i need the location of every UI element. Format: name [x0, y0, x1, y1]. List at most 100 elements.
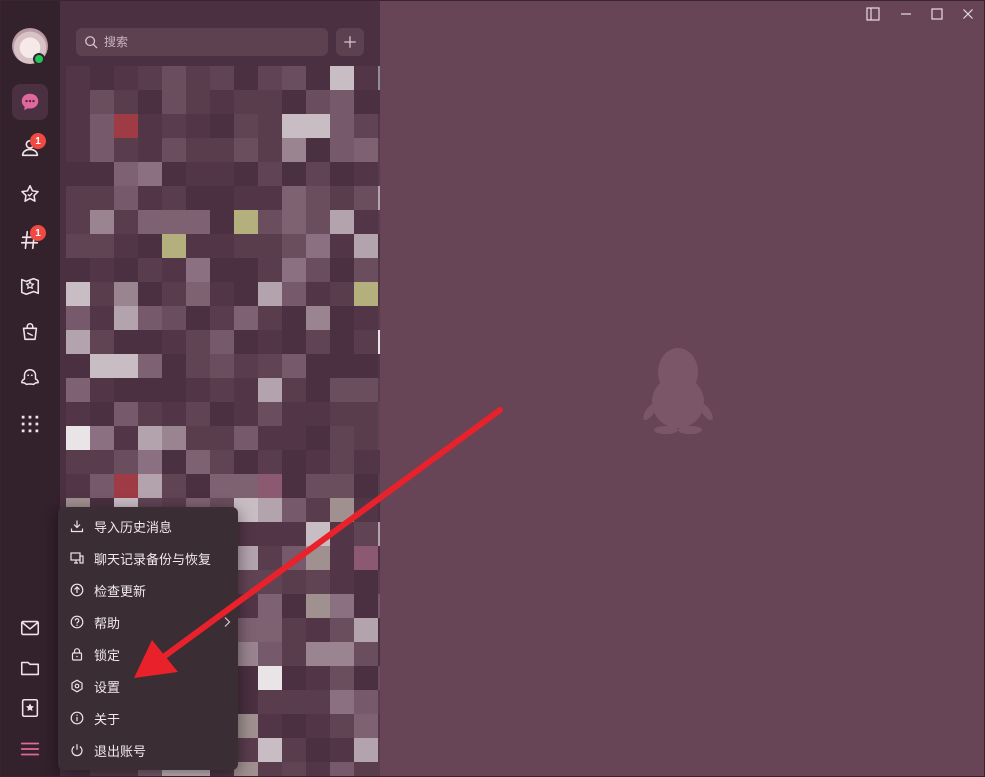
search-input[interactable]: [104, 35, 304, 49]
pixel-block: [90, 474, 114, 498]
nav-qzone-button[interactable]: [12, 314, 48, 350]
pixel-block: [210, 114, 234, 138]
pixel-block: [114, 402, 138, 426]
pixel-block: [114, 258, 138, 282]
nav-penguin-button[interactable]: [12, 360, 48, 396]
nav-main-menu-button[interactable]: [12, 731, 48, 767]
pixel-block: [306, 522, 330, 546]
menu-item-backup-restore[interactable]: 聊天记录备份与恢复: [58, 542, 238, 574]
pixel-block: [282, 714, 306, 738]
pixel-block: [138, 186, 162, 210]
pixel-block: [282, 186, 306, 210]
pixel-block: [282, 570, 306, 594]
pixel-block: [138, 234, 162, 258]
pixel-block: [258, 594, 282, 618]
pixel-block: [306, 378, 330, 402]
search-icon: [85, 36, 98, 49]
pixel-block: [282, 498, 306, 522]
menu-item-label: 导入历史消息: [94, 520, 173, 536]
pixel-block: [330, 570, 354, 594]
pixel-block: [138, 282, 162, 306]
maximize-button[interactable]: [922, 2, 952, 26]
pixel-block: [330, 114, 354, 138]
sidebar-layout-icon: [866, 7, 880, 21]
pixel-block: [138, 258, 162, 282]
pixel-block: [258, 282, 282, 306]
pixel-block: [282, 546, 306, 570]
pixel-block: [306, 234, 330, 258]
pixel-block: [234, 186, 258, 210]
pixel-block: [210, 186, 234, 210]
pixel-block: [378, 282, 380, 306]
nav-more-apps-button[interactable]: [12, 406, 48, 442]
pixel-block: [66, 378, 90, 402]
pixel-block: [186, 210, 210, 234]
pixel-block: [282, 282, 306, 306]
pixel-block: [354, 258, 378, 282]
pixel-block: [210, 234, 234, 258]
pixel-block: [234, 162, 258, 186]
pixel-block: [162, 378, 186, 402]
add-button[interactable]: [336, 28, 364, 56]
menu-item-import-history[interactable]: 导入历史消息: [58, 510, 238, 542]
pixel-block: [330, 690, 354, 714]
nav-mail-button[interactable]: [12, 610, 48, 646]
pixel-block: [186, 450, 210, 474]
star-icon: [21, 184, 39, 202]
pixel-block: [330, 450, 354, 474]
menu-item-about[interactable]: 关于: [58, 702, 238, 734]
pixel-block: [354, 282, 378, 306]
pixel-block: [378, 90, 380, 114]
pixel-block: [306, 354, 330, 378]
pixel-block: [258, 498, 282, 522]
nav-games-button[interactable]: [12, 268, 48, 304]
search-box[interactable]: [76, 28, 328, 56]
pixel-block: [378, 66, 380, 90]
pixel-block: [378, 498, 380, 522]
pixel-block: [378, 234, 380, 258]
pixel-block: [210, 378, 234, 402]
pixel-block: [330, 258, 354, 282]
nav-messages-button[interactable]: [12, 84, 48, 120]
contacts-badge: 1: [30, 133, 46, 149]
pixel-block: [258, 738, 282, 762]
pixel-block: [210, 210, 234, 234]
nav-bookmarks-button[interactable]: [12, 690, 48, 726]
pixel-block: [90, 354, 114, 378]
minimize-button[interactable]: [891, 2, 921, 26]
pixel-block: [186, 282, 210, 306]
pixel-block: [330, 186, 354, 210]
pixel-block: [330, 762, 354, 777]
pixel-block: [378, 546, 380, 570]
menu-item-lock[interactable]: 锁定: [58, 638, 238, 670]
pixel-block: [378, 618, 380, 642]
menu-item-help[interactable]: 帮助: [58, 606, 238, 638]
pixel-block: [354, 498, 378, 522]
close-button[interactable]: [953, 2, 983, 26]
menu-item-check-updates[interactable]: 检查更新: [58, 574, 238, 606]
pixel-block: [162, 90, 186, 114]
pixel-block: [306, 330, 330, 354]
sidebar-toggle-button[interactable]: [858, 2, 888, 26]
pixel-block: [378, 354, 380, 378]
pixel-block: [258, 402, 282, 426]
pixel-block: [66, 138, 90, 162]
pixel-block: [378, 210, 380, 234]
nav-favorites-button[interactable]: [12, 176, 48, 212]
info-circle-icon: [70, 711, 84, 725]
menu-item-logout[interactable]: 退出账号: [58, 734, 238, 766]
pixel-block: [330, 522, 354, 546]
pixel-block: [114, 426, 138, 450]
pixel-block: [138, 162, 162, 186]
pixel-block: [306, 402, 330, 426]
pixel-block: [138, 378, 162, 402]
nav-files-button[interactable]: [12, 650, 48, 686]
pixel-block: [378, 138, 380, 162]
menu-item-label: 聊天记录备份与恢复: [94, 552, 212, 568]
pixel-block: [282, 330, 306, 354]
pixel-block: [162, 402, 186, 426]
menu-item-settings[interactable]: 设置: [58, 670, 238, 702]
pixel-block: [90, 330, 114, 354]
pixel-block: [114, 186, 138, 210]
pixel-block: [258, 234, 282, 258]
